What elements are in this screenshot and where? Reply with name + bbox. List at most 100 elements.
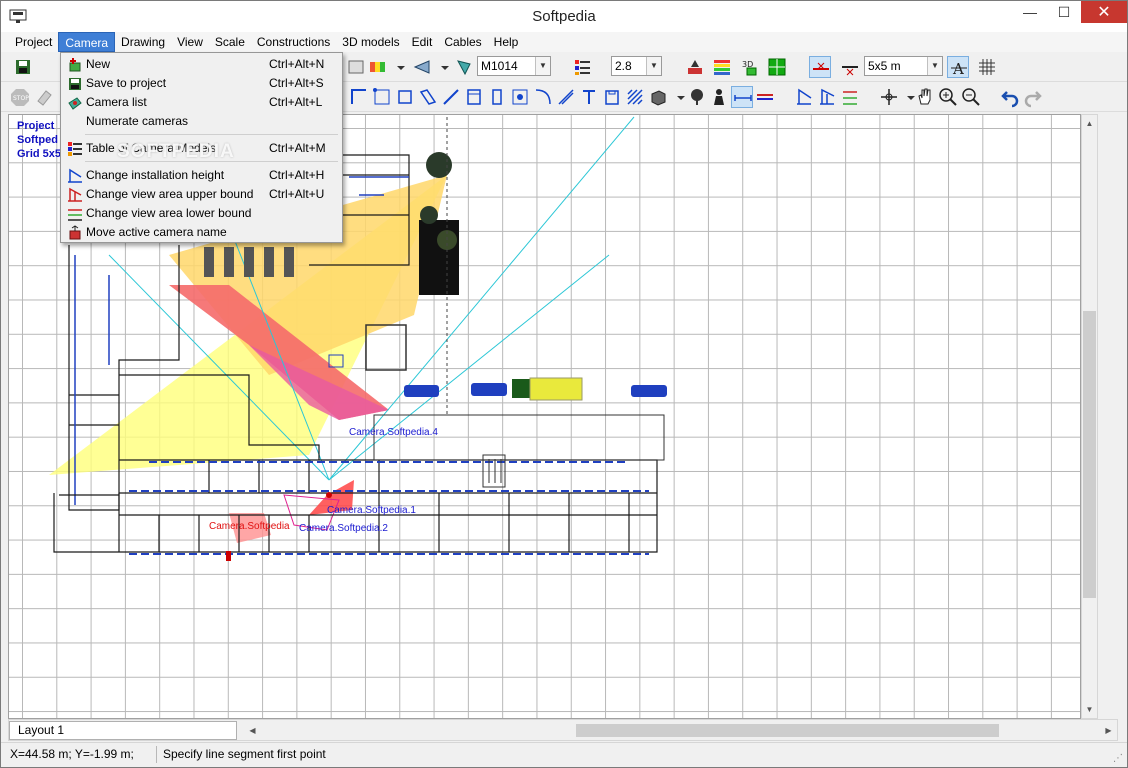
height-icon — [797, 88, 812, 105]
color-dropdown-button[interactable] — [345, 56, 367, 78]
draw-column-button[interactable] — [509, 86, 531, 108]
3d-view-button[interactable]: 3D — [739, 56, 761, 78]
minimize-button[interactable]: — — [1013, 1, 1047, 23]
camera-table-button[interactable] — [571, 56, 593, 78]
horizontal-scrollbar[interactable]: ◀ ▶ — [244, 721, 1117, 740]
menu-item-move-active-camera-name[interactable]: Move active camera name — [63, 223, 340, 242]
zoom-out-button[interactable] — [960, 86, 982, 108]
camera-label[interactable]: Camera.Softpedia.1 — [327, 505, 416, 516]
scroll-up-icon[interactable]: ▲ — [1082, 115, 1097, 132]
camera-cone-button[interactable] — [453, 56, 475, 78]
camera-model-select[interactable]: M1014 ▼ — [477, 56, 551, 76]
menu-item-change-view-area-upper-bound[interactable]: Change view area upper bound Ctrl+Alt+U — [63, 185, 340, 204]
image-button[interactable] — [684, 56, 706, 78]
hand-pan-button[interactable] — [914, 86, 936, 108]
save-project-button[interactable] — [12, 56, 34, 78]
close-button[interactable]: ✕ — [1081, 1, 1127, 23]
menu-item-change-installation-height[interactable]: Change installation height Ctrl+Alt+H — [63, 166, 340, 185]
vertical-scrollbar[interactable]: ▲ ▼ — [1081, 114, 1098, 719]
draw-frame-button[interactable] — [601, 86, 623, 108]
3d-icon: 3D — [742, 60, 757, 76]
zoom-in-button[interactable] — [937, 86, 959, 108]
resize-grip-icon[interactable]: ⋰ — [1113, 753, 1123, 764]
hatch-button[interactable] — [624, 86, 646, 108]
menu-camera[interactable]: Camera — [58, 32, 116, 52]
draw-room-button[interactable] — [371, 86, 393, 108]
vertical-scroll-thumb[interactable] — [1083, 311, 1096, 598]
zone-color-button[interactable] — [367, 56, 389, 78]
draw-door-button[interactable] — [463, 86, 485, 108]
menu-item-label: Change view area lower bound — [86, 206, 252, 220]
grid-size-select[interactable]: 5x5 m ▼ — [864, 56, 943, 76]
draw-stairs-button[interactable] — [555, 86, 577, 108]
menu-item-new[interactable]: New Ctrl+Alt+N — [63, 55, 340, 74]
draw-wall-button[interactable] — [348, 86, 370, 108]
draw-line-button[interactable] — [440, 86, 462, 108]
menu-3d-models[interactable]: 3D models — [336, 32, 405, 52]
view-mode-button[interactable] — [411, 56, 433, 78]
stop-button[interactable]: STOP — [9, 86, 31, 108]
grid-toggle-button[interactable] — [976, 56, 998, 78]
redo-button[interactable] — [1022, 86, 1044, 108]
chevron-down-icon: ▼ — [927, 57, 942, 75]
scroll-left-icon[interactable]: ◀ — [244, 721, 261, 740]
grid-icon — [979, 59, 995, 75]
draw-window-button[interactable] — [486, 86, 508, 108]
pan-center-button[interactable] — [878, 86, 900, 108]
3d-object-button[interactable] — [647, 86, 669, 108]
menu-constructions[interactable]: Constructions — [251, 32, 336, 52]
maximize-button[interactable]: ☐ — [1047, 1, 1081, 23]
scroll-down-icon[interactable]: ▼ — [1082, 701, 1097, 718]
pan-dropdown[interactable] — [900, 86, 915, 108]
zone-color-dropdown[interactable] — [390, 56, 405, 78]
car-blue-3 — [631, 385, 667, 397]
text-toggle-button[interactable]: A — [947, 56, 969, 78]
draw-rect-button[interactable] — [394, 86, 416, 108]
camera-label[interactable]: Camera.Softpedia — [209, 521, 290, 532]
person-button[interactable] — [708, 86, 730, 108]
menu-item-camera-list[interactable]: Camera list Ctrl+Alt+L — [63, 93, 340, 112]
menu-separator — [85, 134, 338, 135]
layout-tab[interactable]: Layout 1 — [9, 721, 237, 740]
measure-button[interactable] — [731, 86, 753, 108]
draw-arc-button[interactable] — [532, 86, 554, 108]
grid-color-button[interactable] — [766, 56, 788, 78]
menu-item-label: Save to project — [86, 76, 167, 90]
draw-slant-button[interactable] — [417, 86, 439, 108]
draw-text-button[interactable] — [578, 86, 600, 108]
tree-button[interactable] — [686, 86, 708, 108]
upper-bound-icon — [68, 187, 82, 202]
measure-icon — [734, 95, 752, 101]
height-tool-button[interactable] — [793, 86, 815, 108]
upper-bound-button[interactable] — [816, 86, 838, 108]
eraser-button[interactable] — [33, 86, 55, 108]
window-tool-icon — [492, 89, 502, 105]
line-black-button[interactable] — [839, 56, 861, 78]
scroll-right-icon[interactable]: ▶ — [1100, 721, 1117, 740]
undo-button[interactable] — [999, 86, 1021, 108]
cable-button[interactable] — [754, 86, 776, 108]
line-red-button[interactable] — [809, 56, 831, 78]
gradient-button[interactable] — [711, 56, 733, 78]
focal-length-select[interactable]: 2.8 ▼ — [611, 56, 662, 76]
menu-project[interactable]: Project — [9, 32, 58, 52]
menu-view[interactable]: View — [171, 32, 209, 52]
camera-label[interactable]: Camera.Softpedia.4 — [349, 427, 438, 438]
camera-label[interactable]: Camera.Softpedia.2 — [299, 523, 388, 534]
menu-help[interactable]: Help — [488, 32, 525, 52]
menu-edit[interactable]: Edit — [406, 32, 439, 52]
view-mode-dropdown[interactable] — [434, 56, 449, 78]
menu-cables[interactable]: Cables — [438, 32, 487, 52]
menu-item-numerate-cameras[interactable]: Numerate cameras — [63, 112, 340, 131]
eraser-icon — [37, 90, 52, 106]
3d-object-dropdown[interactable] — [670, 86, 685, 108]
menu-scale[interactable]: Scale — [209, 32, 251, 52]
frame-tool-icon — [605, 90, 619, 105]
strike-a-icon: A — [951, 60, 967, 78]
horizontal-scroll-thumb[interactable] — [576, 724, 999, 737]
menu-drawing[interactable]: Drawing — [115, 32, 171, 52]
menu-item-change-view-area-lower-bound[interactable]: Change view area lower bound — [63, 204, 340, 223]
lower-bound-button[interactable] — [839, 86, 861, 108]
menu-item-save-to-project[interactable]: Save to project Ctrl+Alt+S — [63, 74, 340, 93]
layout-bar: Layout 1 ◀ ▶ — [8, 719, 1118, 741]
